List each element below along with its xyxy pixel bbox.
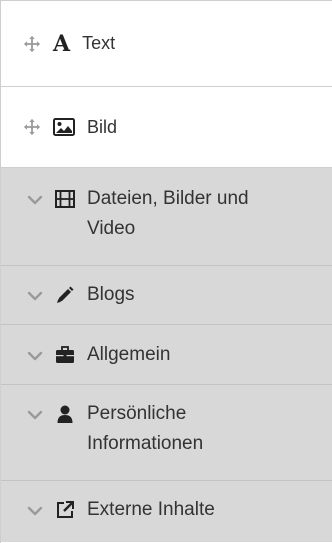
category-label: Blogs: [87, 284, 135, 305]
category-label: Externe Inhalte: [87, 499, 215, 520]
category-files-images-video[interactable]: Dateien, Bilder und Video: [1, 168, 332, 266]
block-item-image[interactable]: Bild: [1, 87, 332, 168]
chevron-down-icon: [27, 291, 43, 301]
block-label-image: Bild: [87, 116, 118, 137]
serif-a-icon: A: [53, 30, 71, 57]
category-label: Dateien, Bilder und: [87, 188, 249, 209]
external-link-icon: [57, 501, 74, 518]
block-label-text: Text: [82, 33, 116, 53]
briefcase-icon: [56, 346, 74, 363]
pencil-icon: [57, 286, 74, 303]
category-blogs[interactable]: Blogs: [1, 266, 332, 325]
chevron-down-icon: [27, 410, 43, 420]
category-list: Dateien, Bilder und Video Blogs Allgemei…: [1, 168, 332, 542]
chevron-down-icon: [27, 506, 43, 516]
image-icon: [53, 118, 75, 136]
chevron-down-icon: [27, 351, 43, 361]
film-icon: [55, 190, 75, 208]
category-label-line2: Informationen: [87, 433, 204, 454]
category-label: Persönliche: [87, 403, 187, 424]
chevron-down-icon: [27, 195, 43, 205]
category-allgemein[interactable]: Allgemein: [1, 325, 332, 385]
block-palette: A Text Bild Dateien, Bilder und Video Bl…: [0, 0, 332, 543]
category-external-content[interactable]: Externe Inhalte: [1, 481, 332, 542]
category-personal-info[interactable]: Persönliche Informationen: [1, 385, 332, 481]
category-label-line2: Video: [87, 218, 136, 239]
move-icon[interactable]: [23, 35, 41, 53]
block-item-text[interactable]: A Text: [1, 0, 332, 87]
move-icon[interactable]: [23, 118, 41, 136]
category-label: Allgemein: [87, 344, 171, 365]
user-icon: [57, 405, 73, 423]
